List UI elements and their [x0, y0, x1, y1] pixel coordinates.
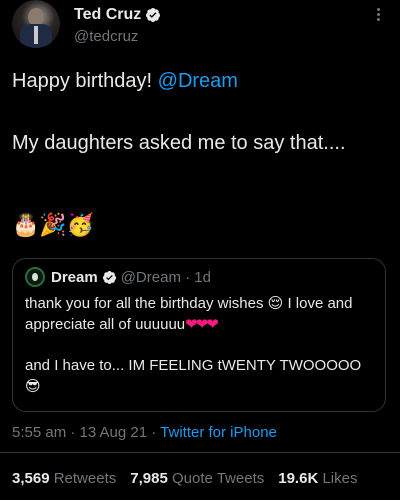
quote-text: thank you for all the birthday wishes 😌 … — [25, 293, 377, 335]
quote-text-part3: and I have to... IM FEELING tWENTY TWOOO… — [25, 357, 362, 374]
quote-handle-time: @Dream · 1d — [120, 268, 211, 286]
quote-tweets-count: 7,985 — [130, 470, 168, 487]
tweet-stats: 3,569 Retweets 7,985 Quote Tweets 19.6K … — [12, 470, 357, 487]
quote-tweets-label: Quote Tweets — [171, 470, 265, 487]
quote-text-part1: thank you for all the birthday wishes — [25, 295, 268, 312]
likes-stat[interactable]: 19.6K Likes — [278, 470, 357, 487]
tweet-emojis: 🎂🎉🥳 — [12, 212, 95, 237]
tweet-meta: 5:55 am · 13 Aug 21 · Twitter for iPhone — [12, 424, 277, 441]
quote-tweets-stat[interactable]: 7,985 Quote Tweets — [130, 470, 264, 487]
tweet-timestamp[interactable]: 5:55 am · 13 Aug 21 · — [12, 424, 160, 441]
retweets-count: 3,569 — [12, 470, 50, 487]
mention-link[interactable]: @Dream — [158, 70, 238, 92]
author-avatar[interactable] — [12, 0, 60, 48]
relieved-emoji: 😌 — [267, 295, 284, 312]
retweets-stat[interactable]: 3,569 Retweets — [12, 470, 116, 487]
verified-badge-icon — [146, 8, 161, 22]
likes-count: 19.6K — [278, 470, 319, 487]
tweet-text-line1: Happy birthday! @Dream — [12, 68, 238, 94]
author-name-row: Ted Cruz — [74, 6, 161, 24]
quote-display-name: Dream — [51, 268, 98, 286]
quote-header: Dream @Dream · 1d — [25, 267, 211, 287]
hearts-emoji: ❤❤❤ — [185, 316, 219, 333]
quote-verified-badge-icon — [102, 270, 116, 284]
more-options-icon[interactable] — [370, 6, 386, 26]
divider — [0, 452, 400, 453]
tweet-source-link[interactable]: Twitter for iPhone — [160, 424, 277, 441]
author-handle[interactable]: @tedcruz — [74, 28, 138, 45]
quote-avatar — [25, 267, 45, 287]
tweet-text-prefix: Happy birthday! — [12, 70, 158, 92]
sunglasses-emoji: 😎 — [25, 378, 41, 395]
author-display-name[interactable]: Ted Cruz — [74, 6, 141, 24]
retweets-label: Retweets — [53, 470, 117, 487]
tweet: Ted Cruz @tedcruz Happy birthday! @Dream… — [0, 0, 400, 500]
quoted-tweet[interactable]: Dream @Dream · 1d thank you for all the … — [12, 258, 386, 412]
quote-text-para2: and I have to... IM FEELING tWENTY TWOOO… — [25, 355, 377, 397]
tweet-text-line2: My daughters asked me to say that.... — [12, 132, 346, 154]
likes-label: Likes — [322, 470, 358, 487]
